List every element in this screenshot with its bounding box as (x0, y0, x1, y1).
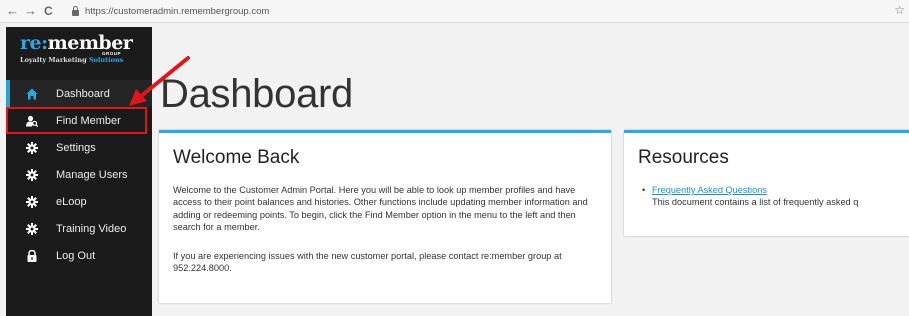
resources-card: Resources • Frequently Asked Questions T… (624, 130, 909, 236)
support-text: If you are experiencing issues with the … (173, 251, 562, 274)
page-title: Dashboard (160, 72, 353, 116)
welcome-text: Welcome to the Customer Admin Portal. He… (173, 185, 588, 233)
faq-link[interactable]: Frequently Asked Questions (652, 184, 858, 196)
resources-heading: Resources (638, 147, 729, 168)
welcome-heading: Welcome Back (173, 147, 300, 168)
welcome-card: Welcome Back Welcome to the Customer Adm… (159, 130, 611, 303)
faq-description: This document contains a list of frequen… (652, 197, 859, 207)
resources-list: • Frequently Asked Questions This docume… (642, 184, 859, 208)
bullet-icon: • (642, 185, 646, 195)
